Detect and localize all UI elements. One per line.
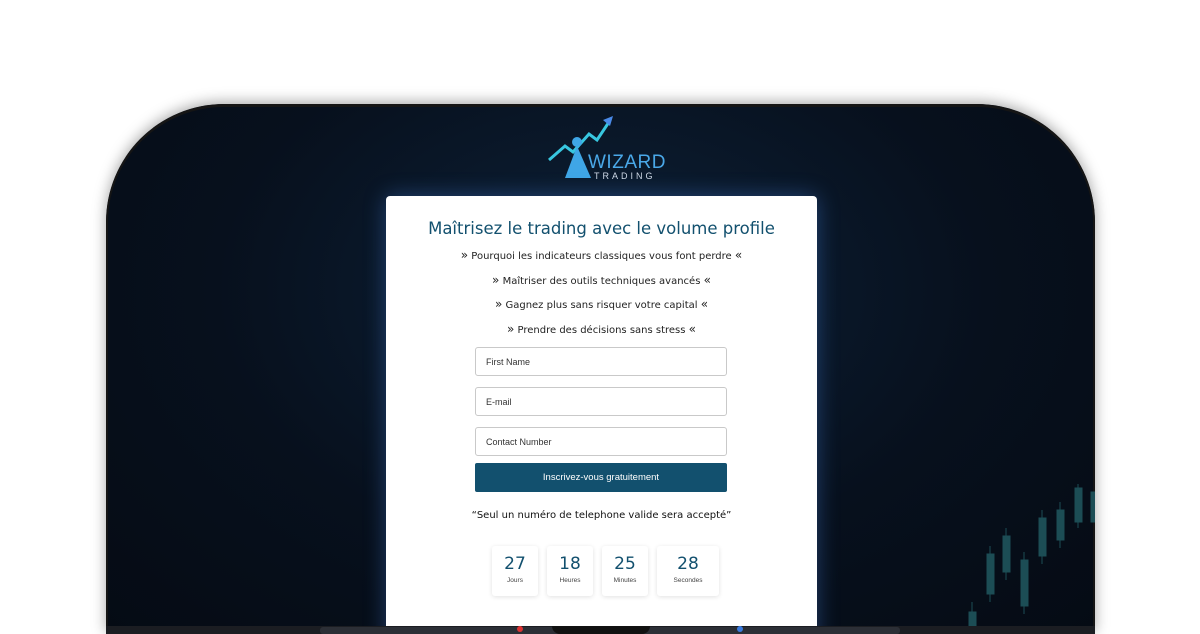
phone-validity-note: “Seul un numéro de telephone valide sera… — [471, 510, 732, 521]
phone-field[interactable] — [475, 427, 727, 456]
dock-bar — [106, 626, 1095, 634]
first-name-field[interactable] — [475, 347, 727, 376]
chevron-right-icon: » — [492, 272, 500, 287]
device-frame: WIZARD TRADING Maîtrisez le trading avec… — [106, 104, 1095, 634]
email-field[interactable] — [475, 387, 727, 416]
chevron-left-icon: « — [688, 321, 697, 336]
list-item: » Pourquoi les indicateurs classiques vo… — [460, 248, 743, 262]
countdown-minutes: 25 Minutes — [602, 546, 648, 596]
signup-card: Maîtrisez le trading avec le volume prof… — [386, 196, 817, 634]
benefits-list: » Pourquoi les indicateurs classiques vo… — [386, 249, 817, 347]
chevron-left-icon: « — [734, 248, 743, 262]
chevron-left-icon: « — [703, 272, 711, 287]
first-name-input[interactable] — [486, 348, 726, 375]
countdown-timer: 27 Jours 18 Heures 25 Minutes 28 Seconde… — [492, 546, 719, 596]
phone-input[interactable] — [486, 428, 726, 455]
page-title: Maîtrisez le trading avec le volume prof… — [428, 219, 775, 238]
chevron-right-icon: » — [506, 321, 515, 336]
chevron-right-icon: » — [494, 297, 503, 311]
chevron-right-icon: » — [460, 248, 469, 262]
list-item: » Gagnez plus sans risquer votre capital… — [494, 297, 709, 311]
chevron-left-icon: « — [700, 297, 709, 311]
list-item: » Prendre des décisions sans stress « — [506, 321, 697, 336]
countdown-days: 27 Jours — [492, 546, 538, 596]
list-item: » Maîtriser des outils techniques avancé… — [492, 272, 711, 287]
candlestick-decoration — [968, 484, 1095, 634]
brand-tagline: TRADING — [594, 171, 656, 181]
email-input[interactable] — [486, 388, 726, 415]
countdown-hours: 18 Heures — [547, 546, 593, 596]
signup-button[interactable]: Inscrivez-vous gratuitement — [475, 463, 727, 492]
countdown-seconds: 28 Secondes — [657, 546, 719, 596]
